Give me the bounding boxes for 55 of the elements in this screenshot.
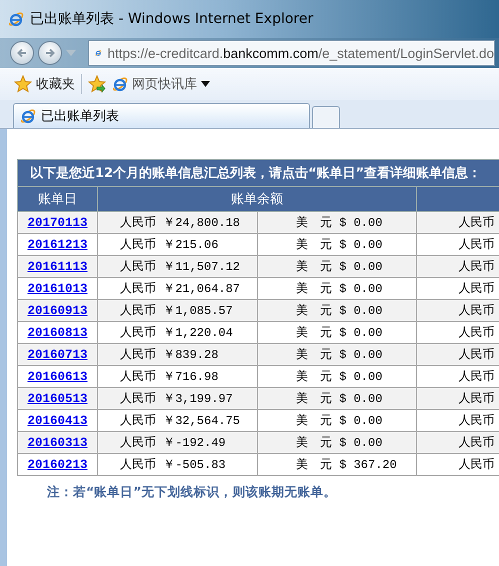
table-cell: 人民币 — [416, 212, 499, 234]
table-cell: 美 元 $ 367.20 — [258, 454, 416, 476]
note-text: 注：若“账单日”无下划线标识，则该账期无账单。 — [46, 483, 338, 501]
url-part: https://e-creditcard. — [108, 46, 224, 60]
statement-date-link[interactable]: 20161013 — [27, 282, 88, 296]
browser-logo-icon — [8, 11, 24, 27]
web-slice-gallery-link[interactable]: 网页快讯库 — [112, 75, 210, 93]
table-cell: 人民币 — [416, 300, 499, 322]
statement-date-link[interactable]: 20160913 — [27, 304, 88, 318]
statement-date-link[interactable]: 20160813 — [27, 326, 88, 340]
statement-date-link[interactable]: 20161113 — [27, 260, 88, 274]
window-title: 已出账单列表 - Windows Internet Explorer — [30, 10, 314, 28]
table-cell: 美 元 $ 0.00 — [258, 432, 416, 454]
table-cell: 人民币 ￥1,085.57 — [98, 300, 258, 322]
table-cell: 美 元 $ 0.00 — [258, 300, 416, 322]
url-part: /e_statement/LoginServlet.do — [318, 46, 494, 60]
table-title: 以下是您近12个月的账单信息汇总列表，请点击“账单日”查看详细账单信息： — [18, 160, 499, 186]
favorites-button[interactable]: 收藏夹 — [14, 75, 75, 93]
statement-date-link[interactable]: 20160313 — [27, 436, 88, 450]
star-icon — [14, 75, 32, 93]
page-icon — [112, 76, 128, 92]
table-cell: 人民币 ￥3,199.97 — [98, 388, 258, 410]
address-field[interactable]: https://e-creditcard.bankcomm.com/e_statement/LoginServlet.do — [88, 40, 495, 66]
statement-date-link[interactable]: 20160713 — [27, 348, 88, 362]
table-cell: 人民币 — [416, 256, 499, 278]
statement-date-link[interactable]: 20161213 — [27, 238, 88, 252]
forward-arrow-icon — [44, 47, 56, 59]
column-header: 账单余额 — [98, 186, 416, 212]
table-cell: 人民币 — [416, 432, 499, 454]
forward-button[interactable] — [38, 41, 62, 65]
back-button[interactable] — [10, 41, 34, 65]
statement-date-link[interactable]: 20160613 — [27, 370, 88, 384]
table-cell: 人民币 — [416, 344, 499, 366]
add-favorite-icon — [88, 75, 106, 93]
new-tab-button[interactable] — [312, 106, 340, 128]
table-cell: 美 元 $ 0.00 — [258, 344, 416, 366]
table-cell: 人民币 ￥839.28 — [98, 344, 258, 366]
table-cell: 美 元 $ 0.00 — [258, 256, 416, 278]
table-cell: 人民币 — [416, 388, 499, 410]
table-cell: 人民币 ￥24,800.18 — [98, 212, 258, 234]
statement-date-link[interactable]: 20160513 — [27, 392, 88, 406]
statement-date-link[interactable]: 20170113 — [27, 216, 88, 230]
statement-date-link[interactable]: 20160413 — [27, 414, 88, 428]
statement-date-link[interactable]: 20160213 — [27, 458, 88, 472]
table-cell: 美 元 $ 0.00 — [258, 212, 416, 234]
browser-page-icon — [20, 108, 36, 124]
dropdown-caret-icon — [201, 81, 210, 87]
browser-tab[interactable]: 已出账单列表 — [13, 103, 310, 128]
table-cell: 人民币 ￥11,507.12 — [98, 256, 258, 278]
table-cell: 人民币 ￥-505.83 — [98, 454, 258, 476]
table-cell: 美 元 $ 0.00 — [258, 388, 416, 410]
back-arrow-icon — [16, 47, 28, 59]
url-part: bankcomm.com — [223, 46, 318, 60]
column-header: 账单日 — [18, 186, 98, 212]
table-cell: 人民币 ￥-192.49 — [98, 432, 258, 454]
